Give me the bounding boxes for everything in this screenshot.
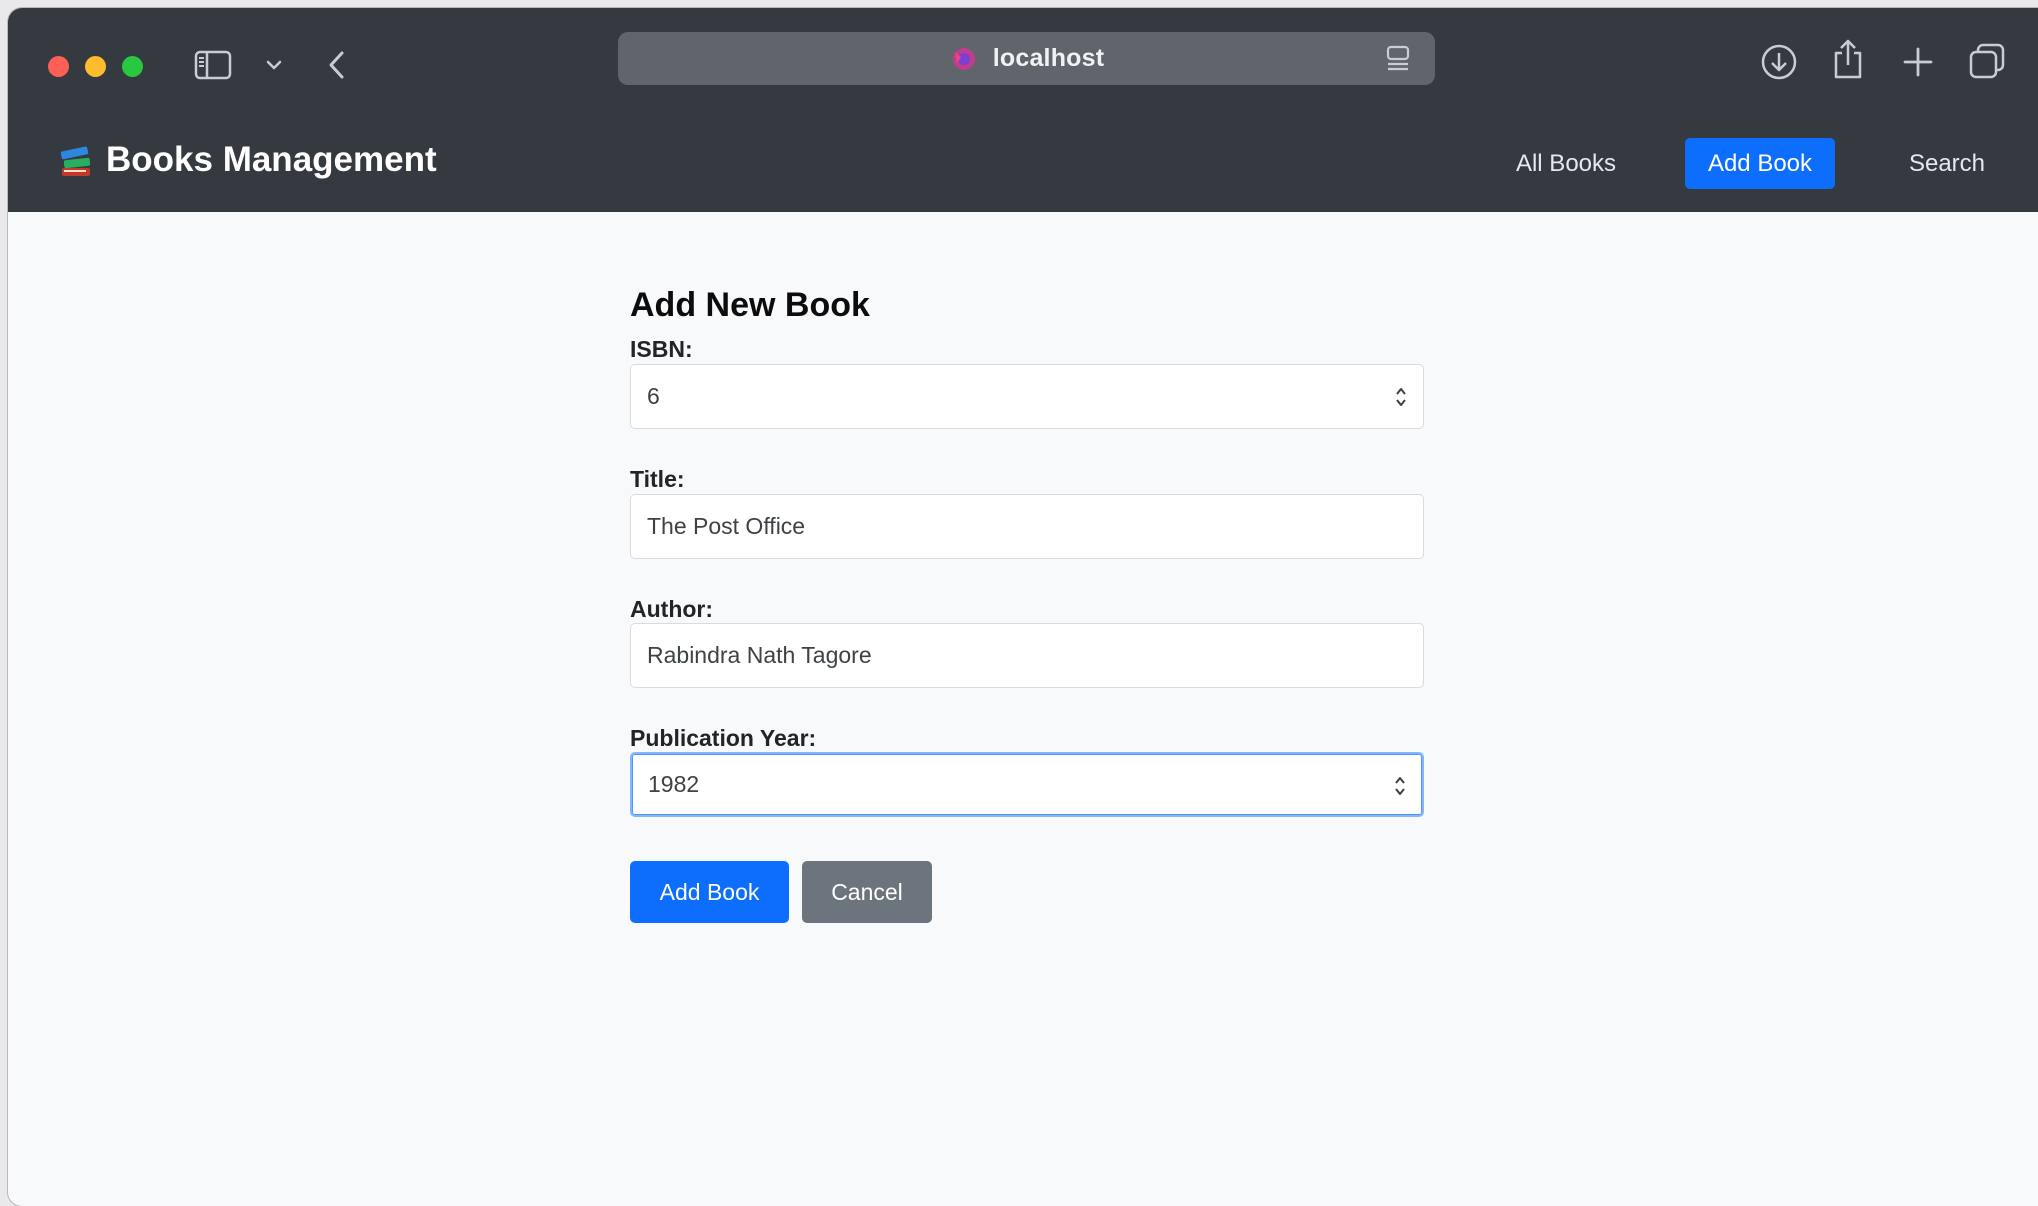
isbn-value: 6 bbox=[647, 383, 660, 409]
publication-year-label: Publication Year: bbox=[630, 725, 817, 751]
brand[interactable]: Books Management bbox=[58, 140, 437, 180]
browser-window: localhost Books Management All Books Add… bbox=[8, 8, 2038, 1206]
title-input[interactable]: The Post Office bbox=[630, 494, 1424, 559]
tab-overview-icon[interactable] bbox=[1968, 42, 2006, 80]
sidebar-toggle-icon[interactable] bbox=[194, 49, 232, 81]
app-navbar: Books Management All Books Add Book Sear… bbox=[8, 112, 2038, 212]
author-value: Rabindra Nath Tagore bbox=[647, 642, 872, 668]
number-stepper-icon[interactable] bbox=[1393, 383, 1409, 411]
add-book-button[interactable]: Add Book bbox=[630, 861, 789, 923]
page-title: Add New Book bbox=[630, 286, 870, 324]
nav-link-all-books[interactable]: All Books bbox=[1506, 138, 1626, 189]
author-label: Author: bbox=[630, 596, 714, 622]
isbn-input[interactable]: 6 bbox=[630, 364, 1424, 429]
publication-year-value: 1982 bbox=[648, 771, 700, 797]
chevron-down-icon[interactable] bbox=[264, 55, 284, 75]
isbn-label: ISBN: bbox=[630, 336, 693, 362]
address-bar[interactable]: localhost bbox=[618, 32, 1435, 85]
back-icon[interactable] bbox=[324, 49, 350, 81]
title-label: Title: bbox=[630, 466, 685, 492]
zoom-window-button[interactable] bbox=[122, 56, 143, 77]
share-icon[interactable] bbox=[1831, 38, 1865, 80]
author-input[interactable]: Rabindra Nath Tagore bbox=[630, 623, 1424, 688]
new-tab-icon[interactable] bbox=[1901, 45, 1935, 79]
number-stepper-icon[interactable] bbox=[1392, 772, 1408, 800]
site-favicon-icon bbox=[952, 47, 975, 70]
nav-link-search[interactable]: Search bbox=[1888, 138, 2006, 189]
cancel-button[interactable]: Cancel bbox=[802, 861, 932, 923]
downloads-icon[interactable] bbox=[1760, 43, 1798, 81]
title-value: The Post Office bbox=[647, 513, 806, 539]
books-icon bbox=[60, 146, 91, 176]
address-text: localhost bbox=[992, 44, 1105, 72]
publication-year-input[interactable]: 1982 bbox=[630, 752, 1424, 817]
brand-title: Books Management bbox=[106, 140, 437, 179]
reader-mode-icon[interactable] bbox=[1385, 45, 1411, 73]
minimize-window-button[interactable] bbox=[85, 56, 106, 77]
nav-link-add-book[interactable]: Add Book bbox=[1685, 138, 1835, 189]
close-window-button[interactable] bbox=[48, 56, 69, 77]
browser-toolbar: localhost bbox=[8, 8, 2038, 112]
